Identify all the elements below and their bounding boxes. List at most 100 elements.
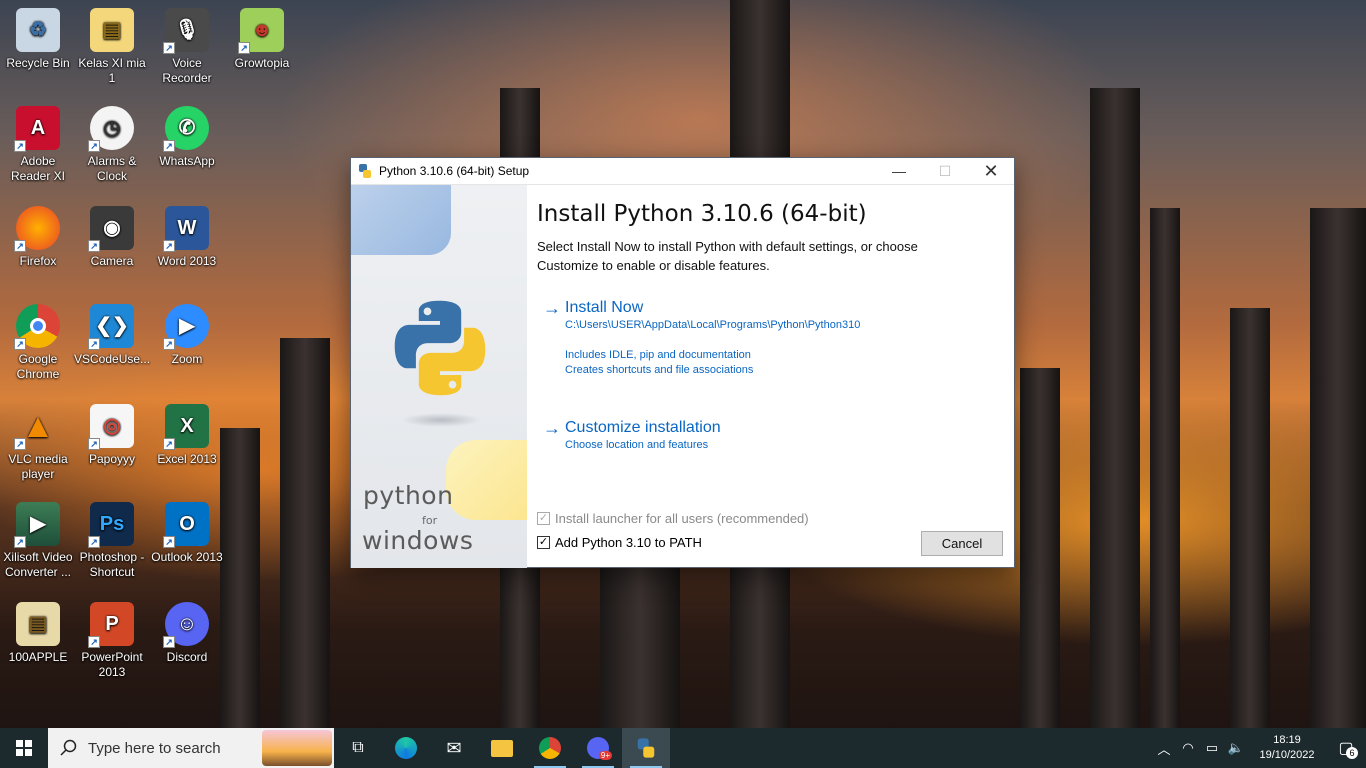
add-to-path-checkbox[interactable]: ✓ Add Python 3.10 to PATH (537, 535, 702, 550)
desktop-icon-papoyyy[interactable]: ◎ ↗ Papoyyy (74, 404, 150, 467)
customize-label: Customize installation (565, 419, 721, 436)
brand-python-text: python (363, 481, 454, 510)
customize-installation-option[interactable]: → Customize installation Choose location… (543, 418, 721, 453)
desktop-icon-camera[interactable]: ◉ ↗ Camera (74, 206, 150, 269)
close-button[interactable]: ✕ (968, 158, 1014, 185)
vlc-icon: ▲ ↗ (14, 404, 60, 450)
desktop-icon-zoom[interactable]: ▶ ↗ Zoom (149, 304, 225, 367)
minimize-button[interactable]: — (876, 158, 922, 185)
taskbar-python-setup[interactable] (622, 728, 670, 768)
desktop-icon-kelas[interactable]: ▤ Kelas XI mia 1 (74, 8, 150, 86)
adobe-reader-icon: A ↗ (14, 106, 60, 152)
search-highlight-image (262, 730, 332, 766)
install-now-option[interactable]: → Install Now C:\Users\USER\AppData\Loca… (543, 298, 860, 378)
taskbar-discord[interactable]: 9+ (574, 728, 622, 768)
task-view-button[interactable]: ⧉ (334, 728, 382, 768)
system-tray: ︿ ◠ ▭ 🔈 18:19 19/10/2022 ▢ 6 (1152, 728, 1366, 768)
desktop-icon-word[interactable]: W ↗ Word 2013 (149, 206, 225, 269)
chrome-icon: ↗ (14, 304, 60, 350)
clock-date: 19/10/2022 (1259, 749, 1315, 761)
microphone-icon: 🎙 ↗ (163, 8, 209, 54)
growtopia-icon: ☻ ↗ (238, 8, 284, 54)
volume-icon[interactable]: 🔈 (1224, 740, 1248, 756)
taskbar-chrome[interactable] (526, 728, 574, 768)
install-heading: Install Python 3.10.6 (64-bit) (537, 201, 867, 227)
windows-logo-icon (16, 740, 32, 756)
desktop-icon-whatsapp[interactable]: ✆ ↗ WhatsApp (149, 106, 225, 169)
chrome-icon (539, 737, 561, 759)
install-now-label: Install Now (565, 299, 644, 316)
whatsapp-icon: ✆ ↗ (163, 106, 209, 152)
search-input[interactable] (88, 739, 288, 757)
python-logo-icon (394, 300, 486, 396)
install-note-idle: Includes IDLE, pip and documentation (565, 349, 751, 361)
zoom-icon: ▶ ↗ (163, 304, 209, 350)
install-description: Select Install Now to install Python wit… (537, 239, 918, 273)
taskbar-mail[interactable]: ✉ (430, 728, 478, 768)
install-path: C:\Users\USER\AppData\Local\Programs\Pyt… (565, 319, 861, 331)
brand-windows-text: windows (362, 526, 474, 555)
vscode-icon: ❮❯ ↗ (88, 304, 134, 350)
action-center-button[interactable]: ▢ 6 (1326, 728, 1366, 768)
branding-panel: python for windows (351, 185, 527, 568)
maximize-button[interactable]: ☐ (922, 158, 968, 185)
python-icon (359, 164, 371, 178)
taskbar-file-explorer[interactable] (478, 728, 526, 768)
taskbar-clock[interactable]: 18:19 19/10/2022 (1252, 733, 1322, 763)
folder-icon: ▤ (16, 602, 60, 646)
desktop-icon-outlook[interactable]: O ↗ Outlook 2013 (149, 502, 225, 565)
search-icon (60, 739, 77, 756)
word-icon: W ↗ (163, 206, 209, 252)
desktop-icon-vlc[interactable]: ▲ ↗ VLC media player (0, 404, 76, 482)
firefox-icon: ↗ (14, 206, 60, 252)
checkbox-checked-icon: ✓ (537, 512, 550, 525)
desktop-icon-voice-recorder[interactable]: 🎙 ↗ Voice Recorder (149, 8, 225, 86)
powerpoint-icon: P ↗ (88, 602, 134, 648)
photoshop-icon: Ps ↗ (88, 502, 134, 548)
folder-icon (491, 739, 513, 757)
chrome-profile-icon: ◎ ↗ (88, 404, 134, 450)
python-setup-dialog: Python 3.10.6 (64-bit) Setup — ☐ ✕ pytho… (350, 157, 1015, 568)
edge-icon (395, 737, 417, 759)
show-hidden-icons-button[interactable]: ︿ (1152, 739, 1176, 758)
taskbar-search[interactable] (48, 728, 334, 768)
customize-sub: Choose location and features (565, 439, 709, 451)
desktop-icon-xilisoft[interactable]: ▶ ↗ Xilisoft Video Converter ... (0, 502, 76, 580)
taskbar: ⧉ ✉ 9+ ︿ ◠ ▭ 🔈 18:19 19/10/2022 ▢ 6 (0, 728, 1366, 768)
dialog-titlebar[interactable]: Python 3.10.6 (64-bit) Setup — ☐ ✕ (351, 158, 1014, 185)
desktop-icon-alarms[interactable]: ◷ ↗ Alarms & Clock (74, 106, 150, 184)
excel-icon: X ↗ (163, 404, 209, 450)
desktop-icon-recycle-bin[interactable]: ♻ Recycle Bin (0, 8, 76, 71)
wifi-icon[interactable]: ◠ (1176, 740, 1200, 756)
clock-time: 18:19 (1273, 734, 1301, 746)
recycle-bin-icon: ♻ (16, 8, 60, 52)
desktop-icon-discord[interactable]: ☺ ↗ Discord (149, 602, 225, 665)
desktop-icon-100apple[interactable]: ▤ 100APPLE (0, 602, 76, 665)
xilisoft-icon: ▶ ↗ (14, 502, 60, 548)
discord-icon: ☺ ↗ (163, 602, 209, 648)
desktop-icon-growtopia[interactable]: ☻ ↗ Growtopia (224, 8, 300, 71)
desktop-icon-excel[interactable]: X ↗ Excel 2013 (149, 404, 225, 467)
desktop-icon-powerpoint[interactable]: P ↗ PowerPoint 2013 (74, 602, 150, 680)
start-button[interactable] (0, 728, 48, 768)
arrow-right-icon: → (543, 298, 561, 318)
discord-badge: 9+ (598, 751, 612, 760)
launcher-all-users-checkbox[interactable]: ✓ Install launcher for all users (recomm… (537, 511, 809, 526)
cancel-button[interactable]: Cancel (921, 531, 1003, 556)
desktop-icon-firefox[interactable]: ↗ Firefox (0, 206, 76, 269)
desktop-icon-adobe-reader[interactable]: A ↗ Adobe Reader XI (0, 106, 76, 184)
python-installer-icon (637, 738, 655, 758)
arrow-right-icon: → (543, 418, 561, 438)
taskbar-edge[interactable] (382, 728, 430, 768)
install-note-shortcuts: Creates shortcuts and file associations (565, 364, 754, 376)
task-view-icon: ⧉ (352, 739, 364, 756)
folder-icon: ▤ (90, 8, 134, 52)
battery-icon[interactable]: ▭ (1200, 740, 1224, 756)
dialog-title: Python 3.10.6 (64-bit) Setup (379, 164, 530, 178)
desktop-icon-google-chrome[interactable]: ↗ Google Chrome (0, 304, 76, 382)
notification-count: 6 (1346, 747, 1358, 759)
add-to-path-label: Add Python 3.10 to PATH (555, 535, 702, 550)
desktop-icon-photoshop[interactable]: Ps ↗ Photoshop - Shortcut (74, 502, 150, 580)
launcher-all-users-label: Install launcher for all users (recommen… (555, 511, 809, 526)
desktop-icon-vscode[interactable]: ❮❯ ↗ VSCodeUse... (74, 304, 150, 367)
